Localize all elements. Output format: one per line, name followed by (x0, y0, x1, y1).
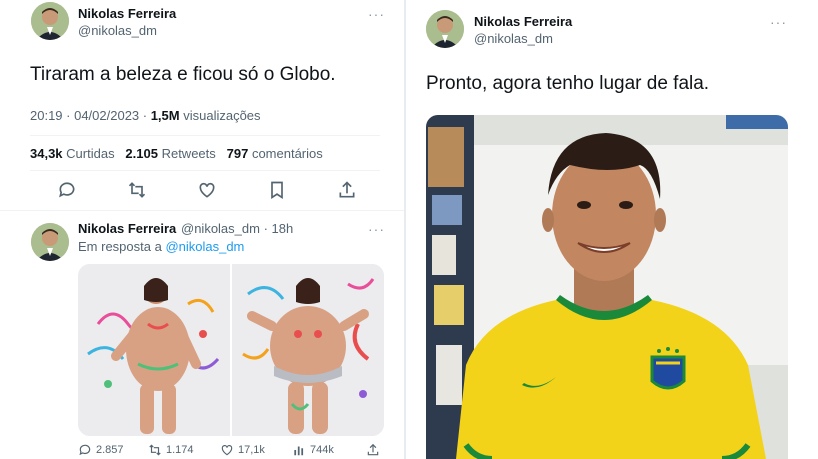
reply-replies[interactable]: 2.857 (78, 443, 124, 457)
reply-prefix: Em resposta a (78, 239, 166, 254)
panel-divider (404, 0, 406, 459)
bookmark-icon[interactable] (267, 180, 287, 200)
reply-icon (79, 444, 91, 456)
separator (0, 210, 404, 211)
comments-stat[interactable]: 797 comentários (227, 146, 323, 161)
tweet-text: Tiraram a beleza e ficou só o Globo. (30, 64, 336, 85)
right-author-name[interactable]: Nikolas Ferreira (474, 14, 572, 29)
right-tweet-text: Pronto, agora tenho lugar de fala. (426, 73, 710, 94)
reply-avatar[interactable] (31, 223, 69, 261)
reply-views[interactable]: 744k (292, 443, 334, 457)
like-icon[interactable] (197, 180, 217, 200)
engagement-stats: 34,3k Curtidas 2.105 Retweets 797 coment… (30, 146, 323, 161)
reply-author-name[interactable]: Nikolas Ferreira (78, 221, 176, 236)
separator (30, 170, 380, 171)
right-author-handle[interactable]: @nikolas_dm (474, 31, 553, 46)
likes-count: 17,1k (238, 444, 265, 456)
retweet-icon[interactable] (127, 180, 147, 200)
reply-media-image[interactable] (78, 264, 384, 436)
reply-target-link[interactable]: @nikolas_dm (165, 239, 244, 254)
views-count: 744k (310, 444, 334, 456)
reply-context: Em resposta a @nikolas_dm (78, 239, 244, 254)
right-media-image[interactable] (426, 115, 788, 459)
more-options-icon[interactable]: ··· (368, 6, 385, 22)
reply-more-options-icon[interactable]: ··· (368, 221, 385, 237)
retweets-stat[interactable]: 2.105 Retweets (125, 146, 215, 161)
right-more-options-icon[interactable]: ··· (770, 14, 787, 30)
like-icon (221, 445, 233, 456)
views-count: 1,5M (150, 108, 180, 123)
right-avatar[interactable] (426, 10, 464, 48)
replies-count: 2.857 (96, 444, 124, 456)
reply-icon[interactable] (57, 180, 77, 200)
author-name[interactable]: Nikolas Ferreira (78, 6, 176, 21)
author-handle[interactable]: @nikolas_dm (78, 23, 157, 38)
avatar[interactable] (31, 2, 69, 40)
likes-stat[interactable]: 34,3k Curtidas (30, 146, 115, 161)
tweet-timestamp[interactable]: 20:19 · 04/02/2023 · (30, 108, 151, 123)
views-label: visualizações (179, 108, 261, 123)
share-icon (367, 443, 379, 456)
reply-retweets[interactable]: 1.174 (148, 443, 194, 457)
views-icon (294, 446, 304, 456)
separator (30, 135, 380, 136)
share-icon[interactable] (337, 180, 357, 200)
retweets-count: 1.174 (166, 444, 194, 456)
retweet-icon (149, 444, 161, 456)
tweet-timestamp-line: 20:19 · 04/02/2023 · 1,5M visualizações (30, 108, 261, 123)
reply-share[interactable] (366, 443, 380, 457)
reply-likes[interactable]: 17,1k (220, 443, 265, 457)
reply-author-handle[interactable]: @nikolas_dm · 18h (181, 221, 293, 236)
